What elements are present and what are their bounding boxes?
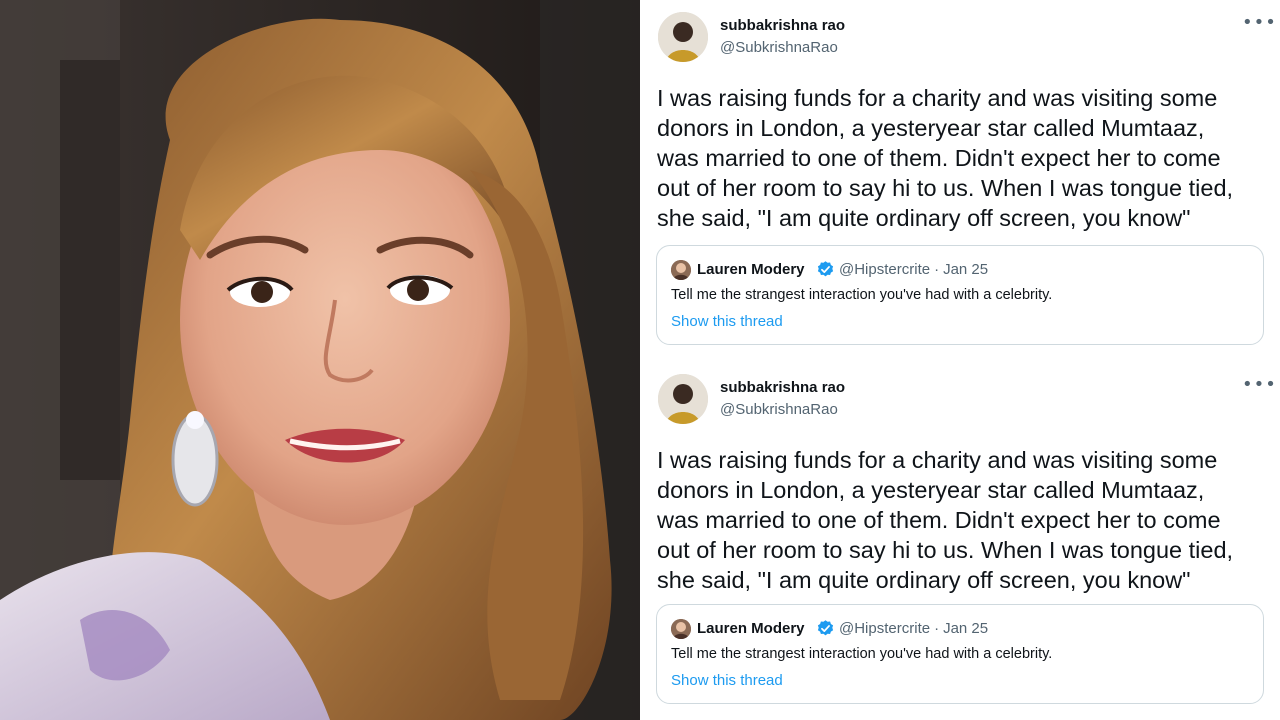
quoted-tweet[interactable]: Lauren Modery @Hipstercrite · Jan 25 Tell … bbox=[656, 604, 1264, 704]
author-handle[interactable]: @SubkrishnaRao bbox=[720, 401, 838, 418]
author-avatar[interactable] bbox=[658, 12, 708, 62]
verified-badge-icon bbox=[816, 260, 835, 279]
portrait-photo bbox=[0, 0, 640, 720]
author-avatar[interactable] bbox=[658, 374, 708, 424]
show-thread-link[interactable]: Show this thread bbox=[671, 672, 783, 689]
verified-badge-icon bbox=[816, 619, 835, 638]
quoted-text: Tell me the strangest interaction you've… bbox=[671, 287, 1053, 303]
quoted-tweet[interactable]: Lauren Modery @Hipstercrite · Jan 25 Tell … bbox=[656, 245, 1264, 345]
quoted-author-handle: @Hipstercrite bbox=[839, 620, 931, 637]
quoted-author-avatar bbox=[671, 619, 691, 639]
tweet-text: I was raising funds for a charity and wa… bbox=[657, 85, 1234, 231]
quoted-text: Tell me the strangest interaction you've… bbox=[671, 646, 1053, 662]
quoted-meta: @Hipstercrite · Jan 25 bbox=[839, 261, 988, 278]
quoted-author-avatar bbox=[671, 260, 691, 280]
quoted-meta: @Hipstercrite · Jan 25 bbox=[839, 620, 988, 637]
quoted-date[interactable]: Jan 25 bbox=[943, 620, 988, 637]
author-handle[interactable]: @SubkrishnaRao bbox=[720, 39, 838, 56]
author-name[interactable]: subbakrishna rao bbox=[720, 379, 845, 396]
quoted-date[interactable]: Jan 25 bbox=[943, 261, 988, 278]
more-icon[interactable]: ••• bbox=[1242, 376, 1276, 400]
quoted-author-name: Lauren Modery bbox=[697, 620, 805, 637]
meta-separator: · bbox=[934, 620, 940, 637]
more-icon[interactable]: ••• bbox=[1242, 14, 1276, 38]
meta-separator: · bbox=[934, 261, 940, 278]
quoted-author-name: Lauren Modery bbox=[697, 261, 805, 278]
tweet-card: subbakrishna rao @SubkrishnaRao ••• I wa… bbox=[646, 362, 1280, 720]
tweet-text: I was raising funds for a charity and wa… bbox=[657, 447, 1234, 593]
tweet-card: subbakrishna rao @SubkrishnaRao ••• I wa… bbox=[646, 0, 1280, 360]
author-name[interactable]: subbakrishna rao bbox=[720, 17, 845, 34]
quoted-author-handle: @Hipstercrite bbox=[839, 261, 931, 278]
show-thread-link[interactable]: Show this thread bbox=[671, 313, 783, 330]
